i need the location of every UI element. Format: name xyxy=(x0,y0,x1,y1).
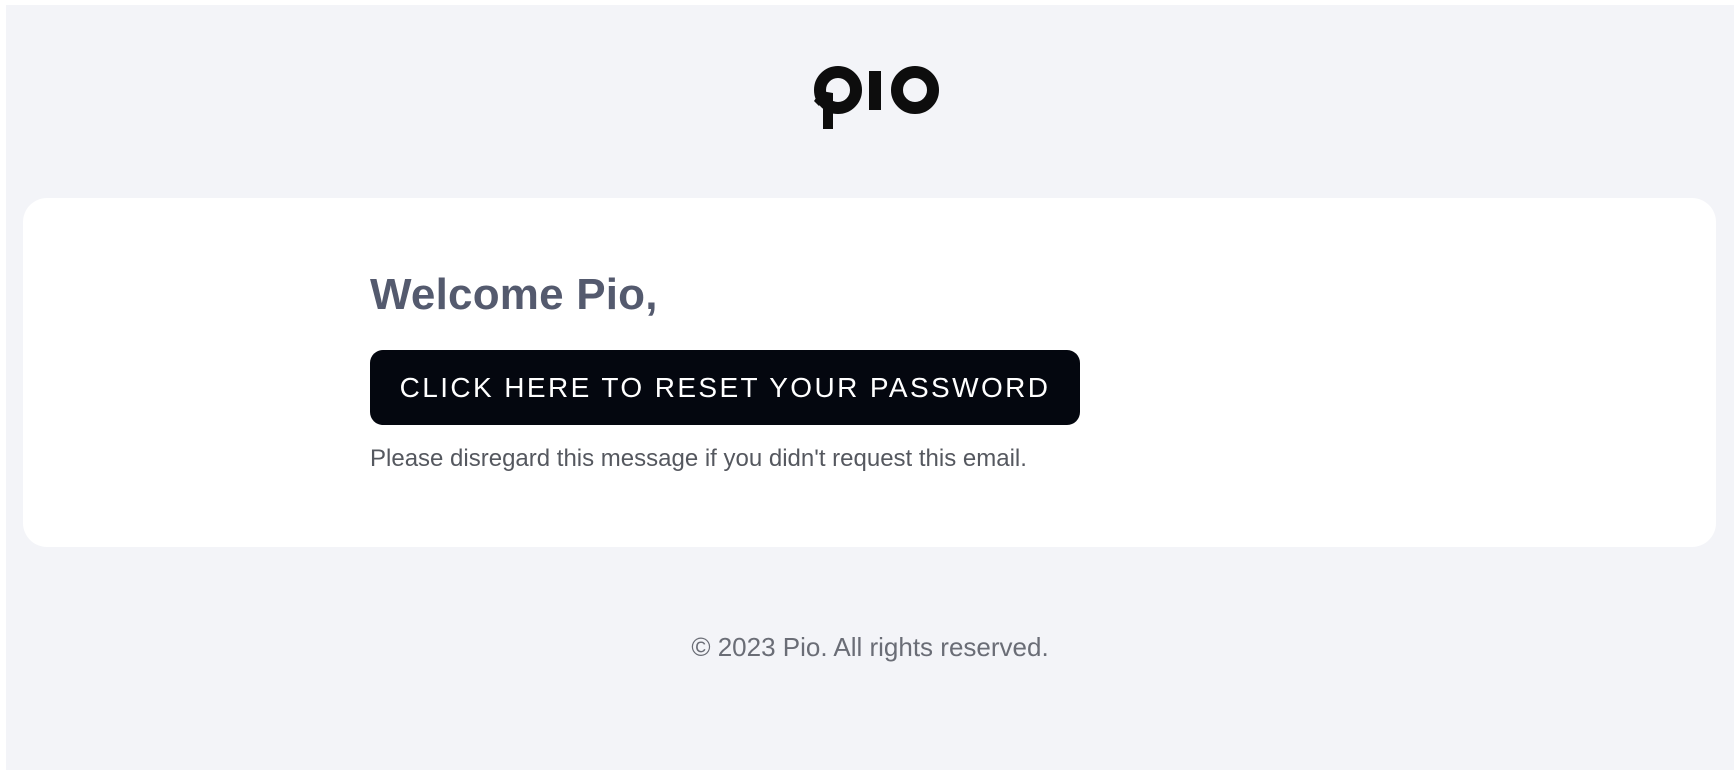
disregard-note: Please disregard this message if you did… xyxy=(370,445,1027,472)
greeting-heading: Welcome Pio, xyxy=(370,270,658,319)
reset-password-button[interactable]: CLICK HERE TO RESET YOUR PASSWORD xyxy=(370,350,1080,425)
message-content: Welcome Pio, CLICK HERE TO RESET YOUR PA… xyxy=(370,265,1080,475)
email-body: Welcome Pio, CLICK HERE TO RESET YOUR PA… xyxy=(6,5,1734,770)
message-card: Welcome Pio, CLICK HERE TO RESET YOUR PA… xyxy=(23,198,1716,547)
logo-container xyxy=(6,61,1734,141)
pio-logo xyxy=(814,66,939,129)
footer-copyright: © 2023 Pio. All rights reserved. xyxy=(691,632,1049,662)
